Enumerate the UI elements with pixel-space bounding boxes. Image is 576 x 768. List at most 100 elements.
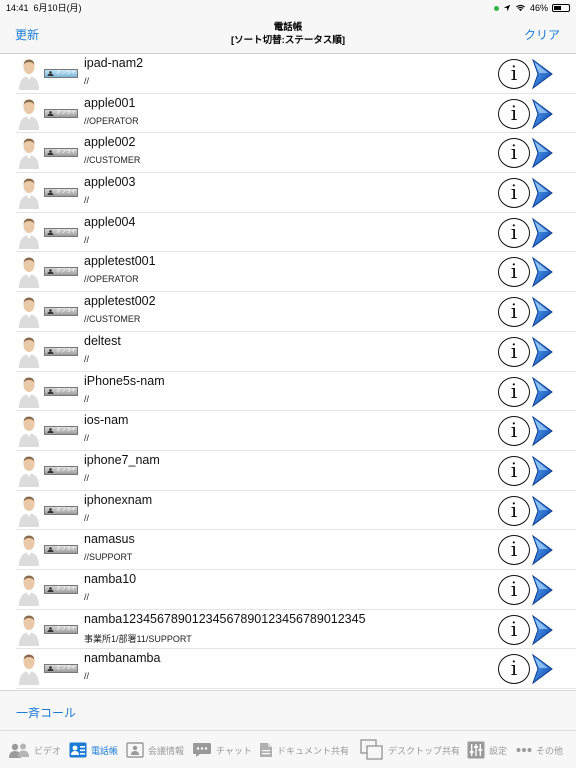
info-button[interactable]: i (498, 654, 530, 685)
contact-affiliation: //OPERATOR (84, 115, 139, 126)
tab-contacts[interactable]: 電話帳 (69, 740, 118, 760)
avatar (18, 534, 40, 567)
more-icon (516, 747, 532, 753)
info-button[interactable]: i (498, 495, 530, 526)
info-button[interactable]: i (498, 297, 530, 328)
contact-row[interactable]: オフライン namba10 // i (16, 570, 576, 610)
info-button[interactable]: i (498, 416, 530, 447)
info-button[interactable]: i (498, 178, 530, 209)
contact-name: apple004 (84, 214, 136, 229)
contact-affiliation: // (84, 433, 90, 444)
info-button[interactable]: i (498, 376, 530, 407)
tab-label: 会議情報 (148, 745, 185, 756)
info-button[interactable]: i (498, 257, 530, 288)
contact-row[interactable]: オフライン namba123456789012345678901234567890… (16, 610, 576, 650)
call-arrow-icon[interactable] (530, 98, 556, 130)
info-button[interactable]: i (498, 217, 530, 248)
contact-name: apple002 (84, 135, 136, 150)
tab-meeting-info[interactable]: 会議情報 (126, 740, 184, 760)
call-arrow-icon[interactable] (530, 534, 556, 566)
call-arrow-icon[interactable] (530, 58, 556, 90)
avatar (18, 296, 40, 329)
tab-chat[interactable]: チャット (192, 740, 252, 760)
contact-row[interactable]: オフライン iPhone5s-nam // i (16, 372, 576, 412)
presence-badge: オフライン (44, 108, 78, 118)
contact-row[interactable]: オフライン apple002 //CUSTOMER i (16, 133, 576, 174)
contact-name: apple001 (84, 95, 136, 110)
person-icon (47, 71, 54, 76)
status-right: 46% (493, 0, 570, 16)
wifi-icon (516, 4, 525, 12)
contact-name: ipad-nam2 (84, 56, 144, 70)
contact-row[interactable]: オフライン appletest002 //CUSTOMER i (16, 292, 576, 332)
person-icon (47, 507, 54, 513)
contact-row[interactable]: オンライン ipad-nam2 // i (16, 54, 576, 94)
call-arrow-icon[interactable] (530, 455, 556, 487)
call-arrow-icon[interactable] (530, 336, 556, 368)
tab-more[interactable]: その他 (516, 740, 563, 760)
contact-row[interactable]: オフライン apple001 //OPERATOR i (16, 94, 576, 134)
sort-toggle-label[interactable]: [ソート切替:ステータス順] (0, 34, 576, 47)
presence-badge: オフライン (44, 624, 78, 634)
person-icon (47, 190, 54, 196)
call-arrow-icon[interactable] (530, 495, 556, 527)
tab-settings-sliders[interactable]: 設定 (467, 740, 507, 760)
call-arrow-icon[interactable] (530, 217, 556, 249)
person-icon (47, 388, 54, 394)
info-button[interactable]: i (498, 574, 530, 605)
tab-document[interactable]: ドキュメント共有 (259, 740, 349, 760)
avatar (18, 653, 40, 686)
info-button[interactable]: i (498, 535, 530, 566)
tab-video-people[interactable]: ビデオ (8, 740, 61, 760)
contact-list[interactable]: オンライン ipad-nam2 // i オフライン apple001 //OPERATOR… (0, 54, 576, 690)
call-arrow-icon[interactable] (530, 415, 556, 447)
info-button[interactable]: i (498, 336, 530, 367)
call-arrow-icon[interactable] (530, 177, 556, 209)
app-window: 14:41 6月10日(月) 46% 更新 電話帳 [ソート切替:ステータス順]… (0, 0, 576, 768)
contact-row[interactable]: オフライン namasus //SUPPORT i (16, 530, 576, 570)
page-title-line1: 電話帳 (273, 22, 303, 33)
clear-button[interactable]: クリア (524, 26, 560, 43)
contact-row[interactable]: オフライン appletest001 //OPERATOR i (16, 252, 576, 293)
info-button[interactable]: i (498, 455, 530, 486)
contact-name: iphone7_nam (84, 452, 160, 467)
avatar (18, 614, 40, 646)
tab-desktop-share[interactable]: デスクトップ共有 (360, 739, 461, 760)
info-button[interactable]: i (498, 138, 530, 169)
contacts-icon (69, 742, 87, 758)
call-arrow-icon[interactable] (530, 137, 556, 169)
info-button[interactable]: i (498, 98, 530, 129)
presence-label: オフライン (56, 387, 77, 394)
contact-row[interactable]: オフライン ios-nam // i (16, 411, 576, 451)
call-arrow-icon[interactable] (530, 296, 556, 328)
avatar (18, 177, 40, 210)
contact-row[interactable]: オフライン apple004 // i (16, 213, 576, 253)
call-arrow-icon[interactable] (530, 614, 556, 646)
presence-label: オフライン (56, 149, 77, 156)
person-icon (47, 348, 54, 354)
call-arrow-icon[interactable] (530, 256, 556, 288)
call-arrow-icon[interactable] (530, 376, 556, 408)
settings-sliders-icon (467, 741, 485, 759)
tab-label: デスクトップ共有 (388, 745, 461, 756)
call-arrow-icon[interactable] (530, 574, 556, 606)
contact-affiliation: // (84, 512, 90, 523)
meeting-info-icon (126, 742, 144, 758)
contact-row[interactable]: オフライン iphone7_nam // i (16, 451, 576, 491)
avatar (18, 376, 40, 408)
presence-badge: オフライン (44, 267, 78, 277)
info-button[interactable]: i (498, 614, 530, 645)
contact-row[interactable]: オフライン iphonexnam // i (16, 491, 576, 531)
document-icon (259, 742, 273, 758)
contact-row[interactable]: オフライン apple003 // i (16, 173, 576, 213)
person-icon (47, 309, 54, 315)
info-button[interactable]: i (498, 59, 530, 89)
presence-label: オフライン (56, 506, 77, 513)
avatar (18, 336, 40, 368)
contact-name: apple003 (84, 175, 136, 190)
contact-row[interactable]: オフライン nambanamba // i (16, 649, 576, 689)
bulk-call-button[interactable]: 一斉コール (16, 704, 76, 721)
contact-row[interactable]: オフライン deltest // i (16, 332, 576, 372)
call-arrow-icon[interactable] (530, 653, 556, 685)
presence-label: オフライン (56, 546, 77, 553)
